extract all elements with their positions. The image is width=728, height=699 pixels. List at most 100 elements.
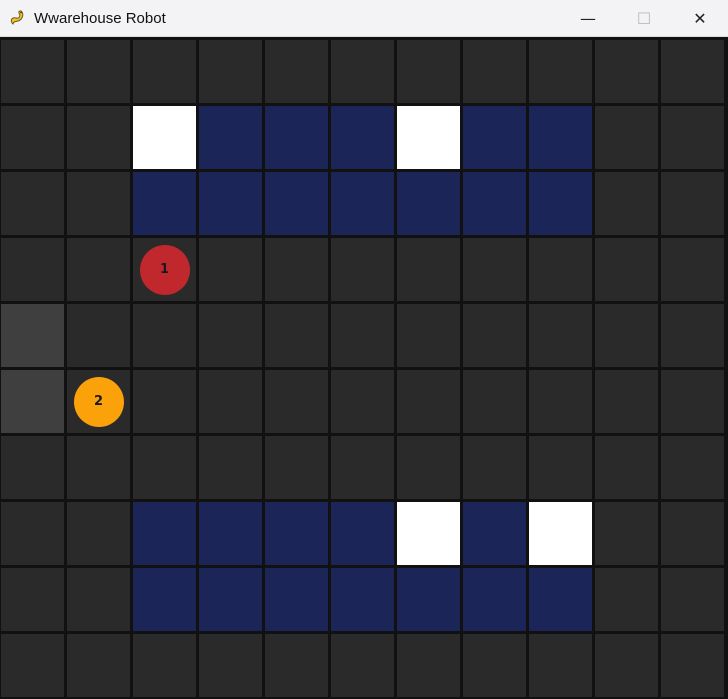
- grid-cell-floor: [199, 40, 262, 103]
- grid-cell-dock: [397, 502, 460, 565]
- grid-cell-floor: [331, 370, 394, 433]
- grid-cell-dock: [397, 106, 460, 169]
- grid-cell-shelf: [463, 172, 526, 235]
- grid-cell-floor: [661, 304, 724, 367]
- grid-cell-floor: [661, 238, 724, 301]
- grid-cell-floor: [331, 436, 394, 499]
- app-icon: [8, 9, 26, 27]
- grid-cell-shelf: [463, 502, 526, 565]
- grid-cell-floor: [265, 304, 328, 367]
- grid-cell-floor: [67, 304, 130, 367]
- grid-cell-floor: [265, 238, 328, 301]
- grid-cell-shelf: [265, 106, 328, 169]
- grid-cell-floor: [397, 238, 460, 301]
- grid-cell-floor: [133, 634, 196, 697]
- grid-cell-floor: [529, 40, 592, 103]
- grid-cell-shelf: [199, 502, 262, 565]
- grid-cell-floor: [331, 304, 394, 367]
- robot-2: 2: [73, 376, 124, 427]
- grid-cell-floor: [661, 370, 724, 433]
- grid-cell-shelf: [133, 172, 196, 235]
- grid-cell-floor: [133, 436, 196, 499]
- grid-cell-floor: [397, 436, 460, 499]
- grid-cell-floor: [67, 40, 130, 103]
- grid-cell-shelf: [133, 568, 196, 631]
- grid-cell-floor: [265, 436, 328, 499]
- grid-cell-floor: [1, 436, 64, 499]
- grid-cell-floor: [661, 40, 724, 103]
- grid-cell-floor: [1, 106, 64, 169]
- grid-cell-floor: [397, 634, 460, 697]
- grid-cell-shelf: [199, 106, 262, 169]
- warehouse-grid: 12: [0, 37, 728, 699]
- grid-cell-floor: [595, 502, 658, 565]
- grid-cell-floor: [1, 634, 64, 697]
- grid-cell-shelf: [199, 568, 262, 631]
- grid-cell-floor: [595, 40, 658, 103]
- grid-cell-floor: [661, 172, 724, 235]
- grid-cell-floor: [199, 370, 262, 433]
- grid-cell-floor: [529, 436, 592, 499]
- grid-cell-floor: [265, 40, 328, 103]
- grid-cell-floor: [595, 172, 658, 235]
- close-button[interactable]: ✕: [672, 0, 728, 36]
- grid-cell-floor: [463, 436, 526, 499]
- grid-cell-floor: [595, 304, 658, 367]
- grid-cell-shelf: [463, 106, 526, 169]
- grid-cell-floor: [397, 304, 460, 367]
- grid-cell-floor: [133, 304, 196, 367]
- grid-cell-floor: [67, 436, 130, 499]
- maximize-button[interactable]: ☐: [616, 0, 672, 36]
- grid-cell-floor: [595, 370, 658, 433]
- grid-cell-shelf: [331, 172, 394, 235]
- minimize-button[interactable]: —: [560, 0, 616, 36]
- grid-cell-floor: [1, 568, 64, 631]
- grid-cell-floor: [67, 238, 130, 301]
- grid-cell-floor: [661, 634, 724, 697]
- grid-cell-shelf: [265, 502, 328, 565]
- grid-cell-floor: [595, 106, 658, 169]
- grid-cell-floor: [595, 568, 658, 631]
- grid-cell-floor: [331, 634, 394, 697]
- grid-cell-floor: [265, 370, 328, 433]
- grid-cell-shelf: [397, 172, 460, 235]
- grid-cell-floor: [463, 238, 526, 301]
- grid-cell-floor: [661, 436, 724, 499]
- grid-cell-charger: [1, 370, 64, 433]
- grid-cell-floor: [1, 172, 64, 235]
- grid-cell-floor: [67, 502, 130, 565]
- grid-cell-floor: [595, 238, 658, 301]
- grid-cell-floor: [199, 238, 262, 301]
- grid-cell-floor: [1, 238, 64, 301]
- grid-cell-floor: [661, 106, 724, 169]
- grid-cell-floor: [529, 634, 592, 697]
- window-controls: — ☐ ✕: [560, 0, 728, 36]
- grid-cell-shelf: [397, 568, 460, 631]
- grid-cell-dock: [529, 502, 592, 565]
- grid-cell-floor: [67, 568, 130, 631]
- grid-cell-floor: [661, 502, 724, 565]
- grid-cell-floor: [595, 634, 658, 697]
- grid-cell-floor: [463, 634, 526, 697]
- grid-cell-floor: [397, 370, 460, 433]
- grid-cell-floor: [67, 106, 130, 169]
- grid-cell-floor: [331, 238, 394, 301]
- grid-cell-floor: [463, 304, 526, 367]
- grid-cell-shelf: [331, 568, 394, 631]
- grid-cell-floor: [67, 634, 130, 697]
- grid-cell-floor: [529, 304, 592, 367]
- title-bar[interactable]: Wwarehouse Robot — ☐ ✕: [0, 0, 728, 37]
- grid-cell-floor: [1, 40, 64, 103]
- grid-cell-floor: [529, 238, 592, 301]
- grid-cell-floor: [265, 634, 328, 697]
- grid-cell-floor: [397, 40, 460, 103]
- grid-cell-floor: [463, 40, 526, 103]
- grid-cell-floor: [463, 370, 526, 433]
- grid-cell-floor: [331, 40, 394, 103]
- grid-cell-floor: [661, 568, 724, 631]
- grid-cell-floor: [67, 172, 130, 235]
- grid-cell-shelf: [331, 502, 394, 565]
- grid-cell-shelf: [529, 106, 592, 169]
- grid-cell-floor: [133, 370, 196, 433]
- robot-1: 1: [139, 244, 190, 295]
